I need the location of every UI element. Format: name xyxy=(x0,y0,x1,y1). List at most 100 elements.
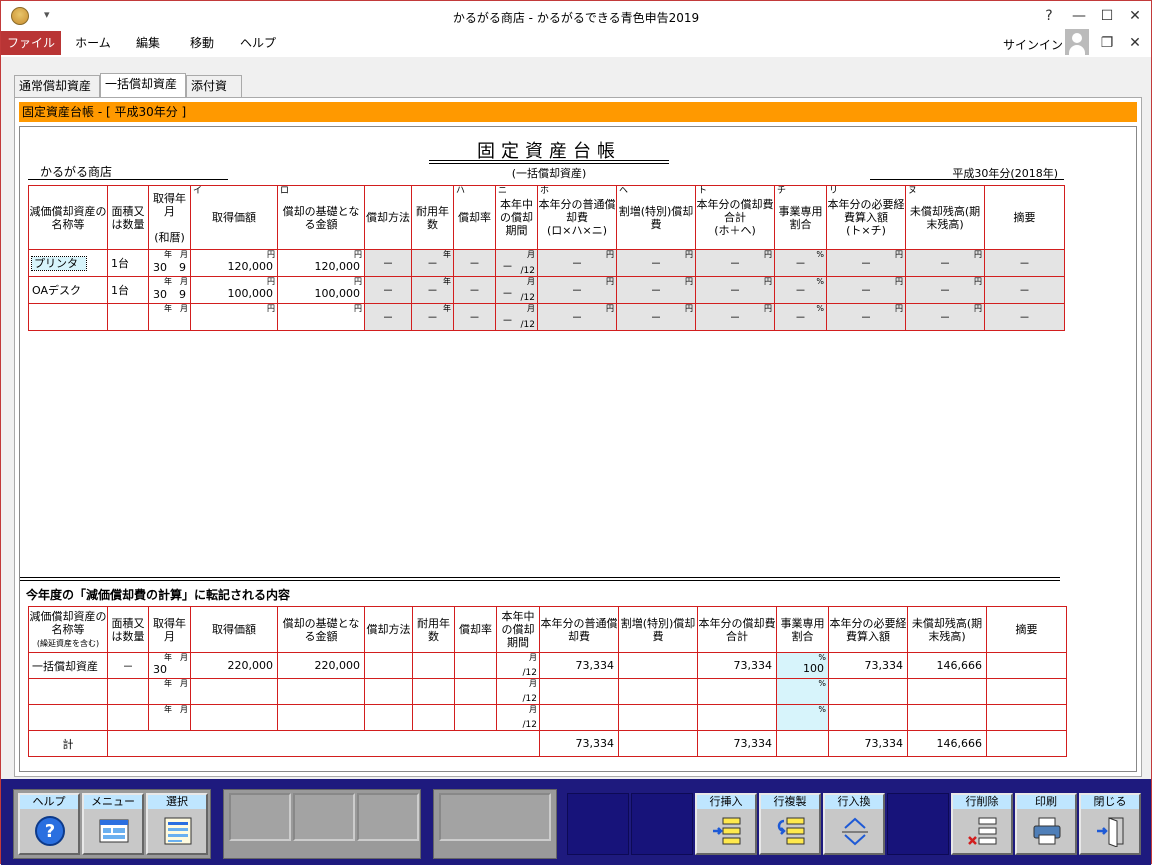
t2-special-cell xyxy=(618,704,698,731)
unit-yen: 円 xyxy=(354,250,362,260)
unit-yen: 円 xyxy=(267,304,275,314)
minimize-button[interactable]: — xyxy=(1065,5,1093,27)
t2-normal-cell: 73,334 xyxy=(539,652,619,679)
tab-attachments[interactable]: 添付資料 xyxy=(186,75,242,114)
t2-header-rate: 償却率 xyxy=(454,606,497,653)
unit-year: 年 xyxy=(164,250,172,260)
t2-qty-cell: － xyxy=(107,652,149,679)
memo-cell[interactable]: － xyxy=(984,276,1065,304)
memo-cell[interactable]: － xyxy=(984,303,1065,331)
restore-ribbon-button[interactable]: ❐ xyxy=(1093,32,1121,54)
table-row: 月年円円－年－－月－/12 円－円－円－% －円－円－－ xyxy=(28,303,1065,331)
total-cell: 円－ xyxy=(695,303,775,331)
asset-name: プリンタ xyxy=(31,256,87,271)
t2-exp: 73,334 xyxy=(864,659,904,672)
months-cell: 月 － /12 xyxy=(495,303,538,331)
menu-button[interactable]: メニュー xyxy=(82,793,144,855)
insert-row-button[interactable]: 行挿入 xyxy=(695,793,757,855)
help-icon[interactable]: ? xyxy=(1035,5,1063,27)
t2-total-cell xyxy=(697,704,777,731)
tab-normal-assets[interactable]: 通常償却資産 xyxy=(14,75,100,97)
depr-base-cell[interactable]: 円 120,000 xyxy=(277,249,365,277)
t2-rate-cell xyxy=(454,704,497,731)
title-bar: ▾ かるがる商店 - かるがるできる青色申告2019 ? — ☐ ✕ xyxy=(1,1,1151,31)
help-button[interactable]: ヘルプ ? xyxy=(18,793,80,855)
t2-header-acq: 取得年月 xyxy=(148,606,191,653)
special-cell: 円－ xyxy=(616,249,696,277)
ribbon-tab-file[interactable]: ファイル xyxy=(1,31,61,55)
acq-price-cell[interactable]: 円 120,000 xyxy=(190,249,278,277)
acq-date-cell[interactable]: 月年 xyxy=(148,303,191,331)
t2-biz-cell[interactable]: % 100 xyxy=(776,652,829,679)
swap-row-button[interactable]: 行入換 xyxy=(823,793,885,855)
t2-header-base: 償却の基礎となる金額 xyxy=(277,606,365,653)
t2-base-cell xyxy=(277,678,365,705)
total-remain-cell: 146,666 xyxy=(907,730,987,757)
asset-name-cell[interactable]: OAデスク xyxy=(28,276,108,304)
empty-key-slot xyxy=(293,793,355,841)
unit-year: 年 xyxy=(164,304,172,314)
unit-month: 月 xyxy=(529,653,537,663)
unit-month: 月 xyxy=(180,304,188,314)
ribbon-tab-home[interactable]: ホーム xyxy=(67,31,119,55)
select-button[interactable]: 選択 xyxy=(146,793,208,855)
special-value: － xyxy=(650,311,662,324)
unit-yen: 円 xyxy=(685,277,693,287)
asset-qty-cell[interactable]: 1台 xyxy=(107,249,149,277)
t2-biz-cell[interactable]: % xyxy=(776,704,829,731)
t2-name: 一括償却資産 xyxy=(32,659,98,673)
disabled-key-slot xyxy=(567,793,629,855)
header-life: 耐用年数 xyxy=(411,185,454,250)
t2-base: 220,000 xyxy=(314,659,361,672)
acq-date-cell[interactable]: 月年 30 9 xyxy=(148,276,191,304)
close-button[interactable]: ✕ xyxy=(1121,5,1149,27)
signin-link[interactable]: サインイン xyxy=(1003,36,1063,53)
memo-value: － xyxy=(1019,284,1030,297)
unit-month: 月 xyxy=(180,705,188,715)
total-value: － xyxy=(729,257,741,270)
acq-price-cell[interactable]: 円 xyxy=(190,303,278,331)
depr-base-cell[interactable]: 円 xyxy=(277,303,365,331)
asset-name-cell[interactable]: プリンタ xyxy=(28,249,108,277)
unit-percent: % xyxy=(816,277,824,287)
acq-year: 30 xyxy=(153,261,167,274)
acq-date-cell[interactable]: 月年 30 9 xyxy=(148,249,191,277)
acq-price-cell[interactable]: 円 100,000 xyxy=(190,276,278,304)
avatar-icon[interactable] xyxy=(1065,29,1089,55)
unit-yen: 円 xyxy=(764,277,772,287)
t2-remain: 146,666 xyxy=(936,659,983,672)
table-row: プリンタ 1台月年 30 9 円 120,000 円 120,000 －年－－月－/12 円－円－… xyxy=(28,249,1065,277)
t2-price-cell xyxy=(190,704,278,731)
tab-lump-sum-assets[interactable]: 一括償却資産 xyxy=(100,73,186,97)
asset-qty-cell[interactable] xyxy=(107,303,149,331)
unit-month: 月 xyxy=(180,679,188,689)
memo-cell[interactable]: － xyxy=(984,249,1065,277)
close-document-button[interactable]: ✕ xyxy=(1121,32,1149,54)
ribbon-tab-edit[interactable]: 編集 xyxy=(125,31,171,55)
ribbon-tab-move[interactable]: 移動 xyxy=(179,31,225,55)
unit-percent: % xyxy=(816,250,824,260)
header-method: 償却方法 xyxy=(364,185,412,250)
maximize-button[interactable]: ☐ xyxy=(1093,5,1121,27)
remain-cell: 円－ xyxy=(905,303,985,331)
biz-value: － xyxy=(795,257,806,270)
t2-normal: 73,334 xyxy=(575,659,615,672)
ribbon-tab-help[interactable]: ヘルプ xyxy=(233,31,283,55)
asset-name-cell[interactable] xyxy=(28,303,108,331)
svg-text:?: ? xyxy=(45,821,55,842)
delete-row-button[interactable]: 行削除 xyxy=(951,793,1013,855)
exp-value: － xyxy=(860,311,872,324)
unit-percent: % xyxy=(818,679,826,689)
asset-qty-cell[interactable]: 1台 xyxy=(107,276,149,304)
close-screen-button[interactable]: 閉じる xyxy=(1079,793,1141,855)
total-label: 計 xyxy=(62,737,74,751)
print-button[interactable]: 印刷 xyxy=(1015,793,1077,855)
header-acq: 取得年月 (和暦) xyxy=(148,185,191,250)
depr-base-cell[interactable]: 円 100,000 xyxy=(277,276,365,304)
t2-header-biz: 事業専用割合 xyxy=(776,606,829,653)
header-rate: ハ償却率 xyxy=(453,185,496,250)
months-value: － xyxy=(502,314,513,327)
t2-biz-cell[interactable]: % xyxy=(776,678,829,705)
total-normal: 73,334 xyxy=(575,737,615,750)
copy-row-button[interactable]: 行複製 xyxy=(759,793,821,855)
